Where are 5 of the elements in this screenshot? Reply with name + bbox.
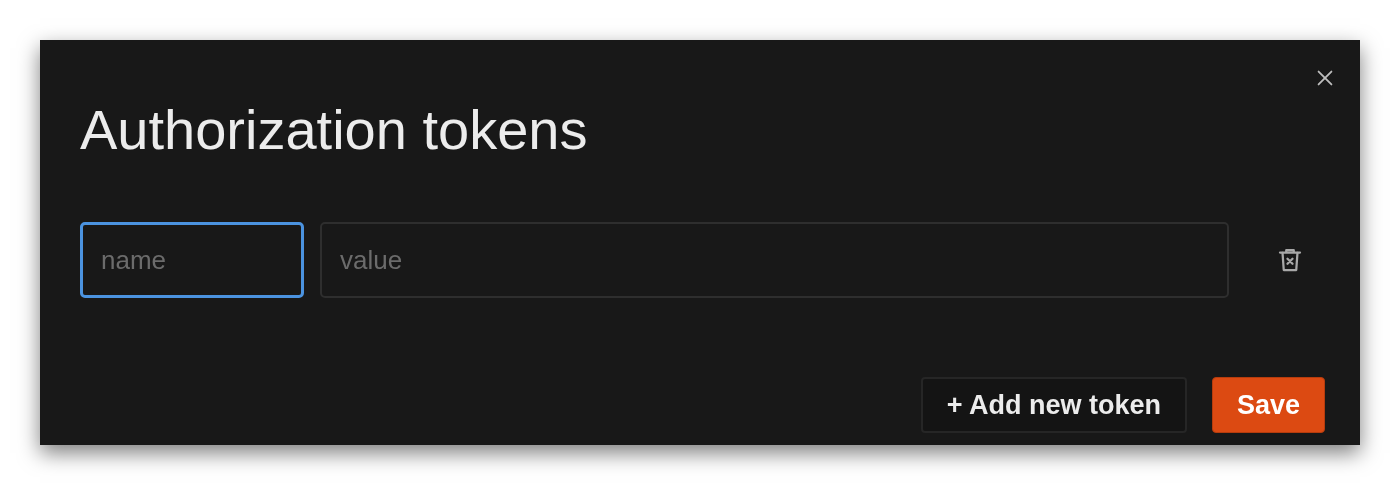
text-field[interactable]: value bbox=[320, 222, 1229, 298]
text-field[interactable]: name bbox=[80, 222, 304, 298]
add-token-button[interactable]: + Add new token bbox=[920, 377, 1187, 433]
dialog-title: Authorization tokens bbox=[80, 97, 588, 163]
save-button[interactable]: Save bbox=[1211, 377, 1325, 433]
